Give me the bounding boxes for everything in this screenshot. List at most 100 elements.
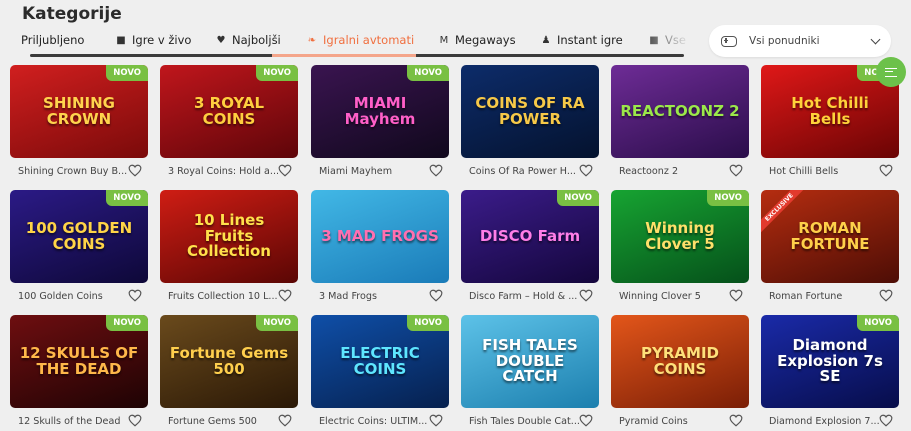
- game-name[interactable]: Fruits Collection 10 L...: [168, 291, 280, 302]
- tab-igralni-avtomati[interactable]: ❧ Igralni avtomati: [306, 28, 414, 52]
- new-badge: NOVO: [256, 315, 298, 331]
- game-name[interactable]: Reactoonz 2: [619, 166, 731, 177]
- favorite-heart-icon[interactable]: [879, 414, 893, 427]
- game-thumbnail[interactable]: SHINING CROWN NOVO: [10, 65, 148, 158]
- game-name[interactable]: Hot Chilli Bells: [769, 166, 881, 177]
- tab-instant-igre[interactable]: ♟ Instant igre: [540, 28, 623, 52]
- game-thumbnail[interactable]: DISCO Farm NOVO: [461, 190, 599, 283]
- game-thumbnail[interactable]: COINS OF RA POWER: [461, 65, 599, 158]
- game-thumbnail[interactable]: 3 ROYAL COINS NOVO: [160, 65, 298, 158]
- game-name[interactable]: Disco Farm – Hold & ...: [469, 291, 581, 302]
- game-logo-art: Winning Clover 5: [645, 218, 715, 253]
- favorite-heart-icon[interactable]: [429, 289, 443, 302]
- game-thumbnail[interactable]: MIAMI Mayhem NOVO: [311, 65, 449, 158]
- new-badge: NOVO: [557, 190, 599, 206]
- gamepad-icon: [721, 35, 737, 47]
- game-name[interactable]: 3 Royal Coins: Hold a...: [168, 166, 280, 177]
- game-name[interactable]: Winning Clover 5: [619, 291, 731, 302]
- tab-label: Instant igre: [557, 33, 623, 47]
- tab-label: Priljubljeno: [21, 33, 85, 47]
- person-icon: ♟: [541, 34, 551, 46]
- game-thumbnail[interactable]: Fortune Gems 500 NOVO: [160, 315, 298, 408]
- game-name[interactable]: Coins Of Ra Power H...: [469, 166, 581, 177]
- new-badge: NOVO: [106, 315, 148, 331]
- favorite-heart-icon[interactable]: [579, 289, 593, 302]
- game-logo-art: 100 GOLDEN COINS: [25, 218, 133, 253]
- game-logo-art: MIAMI Mayhem: [344, 93, 416, 128]
- favorite-heart-icon[interactable]: [729, 289, 743, 302]
- game-name[interactable]: 12 Skulls of the Dead: [18, 416, 130, 427]
- favorite-heart-icon[interactable]: [729, 164, 743, 177]
- new-badge: NOVO: [407, 315, 449, 331]
- heart-icon: ♥: [216, 34, 226, 46]
- favorite-heart-icon[interactable]: [429, 414, 443, 427]
- game-logo-art: COINS OF RA POWER: [475, 93, 585, 128]
- chat-button[interactable]: [876, 57, 906, 87]
- favorite-heart-icon[interactable]: [278, 289, 292, 302]
- game-name[interactable]: Electric Coins: ULTIM...: [319, 416, 431, 427]
- favorite-heart-icon[interactable]: [729, 414, 743, 427]
- game-thumbnail[interactable]: 10 Lines Fruits Collection: [160, 190, 298, 283]
- new-badge: NOVO: [106, 65, 148, 81]
- provider-select[interactable]: Vsi ponudniki: [709, 25, 891, 57]
- game-logo-art: PYRAMID COINS: [641, 343, 719, 378]
- game-logo-art: REACTOONZ 2: [620, 101, 740, 120]
- game-thumbnail[interactable]: FISH TALES DOUBLE CATCH: [461, 315, 599, 408]
- game-name[interactable]: Roman Fortune: [769, 291, 881, 302]
- tab-priljubljeno[interactable]: Priljubljeno: [21, 28, 84, 52]
- game-thumbnail[interactable]: Diamond Explosion 7s SE NOVO: [761, 315, 899, 408]
- game-logo-art: SHINING CROWN: [43, 93, 115, 128]
- new-badge: NOVO: [707, 190, 749, 206]
- game-logo-art: Hot Chilli Bells: [791, 93, 869, 128]
- tab-igre-v-živo[interactable]: ■ Igre v živo: [115, 28, 191, 52]
- favorite-heart-icon[interactable]: [429, 164, 443, 177]
- game-thumbnail[interactable]: 100 GOLDEN COINS NOVO: [10, 190, 148, 283]
- game-thumbnail[interactable]: Winning Clover 5 NOVO: [611, 190, 749, 283]
- tab-label: Igralni avtomati: [323, 33, 415, 47]
- tabs-fade-overlay: [640, 28, 700, 54]
- game-logo-art: Diamond Explosion 7s SE: [777, 335, 883, 386]
- favorite-heart-icon[interactable]: [128, 289, 142, 302]
- game-logo-art: ELECTRIC COINS: [340, 343, 420, 378]
- new-badge: NOVO: [407, 65, 449, 81]
- game-logo-art: 3 MAD FROGS: [321, 226, 439, 245]
- leaf-icon: ❧: [307, 34, 317, 46]
- tab-najboljši[interactable]: ♥ Najboljši: [215, 28, 281, 52]
- game-thumbnail[interactable]: 3 MAD FROGS: [311, 190, 449, 283]
- tab-label: Najboljši: [232, 33, 281, 47]
- provider-select-label: Vsi ponudniki: [749, 35, 820, 47]
- favorite-heart-icon[interactable]: [278, 414, 292, 427]
- game-name[interactable]: 3 Mad Frogs: [319, 291, 431, 302]
- game-thumbnail[interactable]: ROMAN FORTUNE EXCLUSIVE: [761, 190, 899, 283]
- chat-icon: [885, 67, 897, 77]
- favorite-heart-icon[interactable]: [128, 414, 142, 427]
- favorite-heart-icon[interactable]: [879, 164, 893, 177]
- new-badge: NOVO: [106, 190, 148, 206]
- game-name[interactable]: Diamond Explosion 7...: [769, 416, 881, 427]
- game-name[interactable]: Pyramid Coins: [619, 416, 731, 427]
- game-thumbnail[interactable]: PYRAMID COINS: [611, 315, 749, 408]
- game-thumbnail[interactable]: 12 SKULLS OF THE DEAD NOVO: [10, 315, 148, 408]
- page-title: Kategorije: [22, 4, 122, 24]
- game-logo-art: 3 ROYAL COINS: [193, 93, 265, 128]
- game-name[interactable]: Fish Tales Double Cat...: [469, 416, 581, 427]
- new-badge: NOVO: [256, 65, 298, 81]
- game-thumbnail[interactable]: REACTOONZ 2: [611, 65, 749, 158]
- favorite-heart-icon[interactable]: [879, 289, 893, 302]
- tab-megaways[interactable]: M Megaways: [438, 28, 516, 52]
- game-logo-art: 10 Lines Fruits Collection: [187, 210, 271, 261]
- video-camera-icon: ■: [116, 34, 126, 46]
- tab-label: Igre v živo: [132, 33, 192, 47]
- game-logo-art: Fortune Gems 500: [169, 343, 289, 378]
- favorite-heart-icon[interactable]: [579, 414, 593, 427]
- game-thumbnail[interactable]: ELECTRIC COINS NOVO: [311, 315, 449, 408]
- game-name[interactable]: Miami Mayhem: [319, 166, 431, 177]
- favorite-heart-icon[interactable]: [128, 164, 142, 177]
- game-logo-art: 12 SKULLS OF THE DEAD: [19, 343, 139, 378]
- game-name[interactable]: Shining Crown Buy B...: [18, 166, 130, 177]
- game-name[interactable]: Fortune Gems 500: [168, 416, 280, 427]
- game-name[interactable]: 100 Golden Coins: [18, 291, 130, 302]
- game-logo-art: FISH TALES DOUBLE CATCH: [482, 335, 578, 386]
- favorite-heart-icon[interactable]: [579, 164, 593, 177]
- favorite-heart-icon[interactable]: [278, 164, 292, 177]
